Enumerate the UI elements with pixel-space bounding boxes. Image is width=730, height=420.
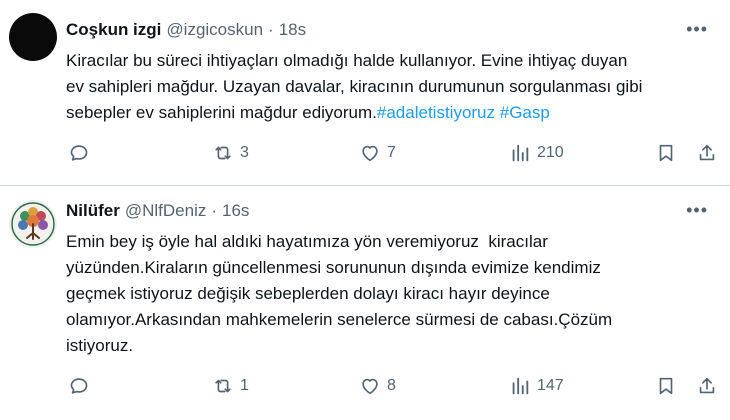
like-count: 8 [387, 377, 396, 394]
separator-dot: · [268, 20, 274, 39]
reply-icon [70, 145, 88, 161]
text-line: geçmek istiyoruz değişik sebeplerden dol… [66, 284, 550, 303]
like-count: 7 [387, 144, 396, 161]
heart-icon [362, 378, 378, 395]
author-name[interactable]: Nilüfer [66, 201, 120, 221]
reply-button[interactable] [68, 374, 96, 398]
views-count: 147 [537, 377, 564, 394]
bookmark-button[interactable] [655, 374, 677, 398]
share-button[interactable] [696, 374, 718, 398]
text-line-segment: sebepler ev sahiplerini mağdur ediyorum. [66, 103, 377, 122]
avatar[interactable] [9, 13, 57, 61]
tweet-text: Emin bey iş öyle hal aldıki hayatımıza y… [66, 229, 712, 359]
text-line: Kiracılar bu süreci ihtiyaçları olmadığı… [66, 51, 628, 70]
retweet-button[interactable]: 3 [212, 141, 249, 165]
share-icon [699, 377, 715, 394]
author-handle[interactable]: @NlfDeniz [125, 201, 207, 221]
text-line: Emin bey iş öyle hal aldıki hayatımıza y… [66, 232, 548, 251]
action-bar: 3 7 210 [62, 141, 720, 165]
bookmark-button[interactable] [655, 141, 677, 165]
reply-icon [70, 378, 88, 394]
author-handle[interactable]: @izgicoskun [166, 20, 263, 40]
share-button[interactable] [696, 141, 718, 165]
views-count: 210 [537, 144, 564, 161]
retweet-icon [215, 379, 231, 393]
action-bar: 1 8 147 [62, 374, 720, 398]
retweet-count: 3 [240, 144, 249, 161]
avatar[interactable] [9, 200, 57, 248]
retweet-count: 1 [240, 377, 249, 394]
tweet-text: Kiracılar bu süreci ihtiyaçları olmadığı… [66, 48, 712, 126]
like-button[interactable]: 7 [359, 141, 396, 165]
views-icon [512, 144, 529, 162]
timestamp[interactable]: 16s [222, 201, 249, 221]
views-button[interactable]: 147 [509, 374, 564, 398]
tree-of-life-avatar-image [9, 200, 57, 248]
bookmark-icon [659, 144, 673, 162]
timestamp[interactable]: 18s [279, 20, 306, 40]
hashtag-link[interactable]: #Gasp [500, 103, 550, 122]
tweet[interactable]: Nilüfer @NlfDeniz · 16s ••• Emin bey iş … [0, 187, 730, 420]
tweet-header: Nilüfer @NlfDeniz · 16s ••• [66, 201, 718, 221]
text-line: olamıyor.Arkasından mahkemelerin seneler… [66, 310, 613, 329]
tweet[interactable]: Coşkun izgi @izgicoskun · 18s ••• Kiracı… [0, 0, 730, 186]
more-icon[interactable]: ••• [686, 20, 708, 38]
share-icon [699, 144, 715, 161]
more-icon[interactable]: ••• [686, 201, 708, 219]
heart-icon [362, 145, 378, 162]
separator-dot: · [211, 201, 218, 220]
text-line: istiyoruz. [66, 336, 134, 355]
text-line: ev sahipleri mağdur. Uzayan davalar, kir… [66, 77, 643, 96]
author-name[interactable]: Coşkun izgi [66, 20, 161, 40]
like-button[interactable]: 8 [359, 374, 396, 398]
views-icon [512, 377, 529, 395]
reply-button[interactable] [68, 141, 96, 165]
hashtag-link[interactable]: #adaletistiyoruz [377, 103, 495, 122]
views-button[interactable]: 210 [509, 141, 564, 165]
text-line: yüzünden.Kiraların güncellenmesi sorunun… [66, 258, 601, 277]
bookmark-icon [659, 377, 673, 395]
retweet-button[interactable]: 1 [212, 374, 249, 398]
retweet-icon [215, 146, 231, 160]
text-line: sebepler ev sahiplerini mağdur ediyorum.… [66, 100, 712, 126]
tweet-header: Coşkun izgi @izgicoskun · 18s ••• [66, 20, 718, 40]
